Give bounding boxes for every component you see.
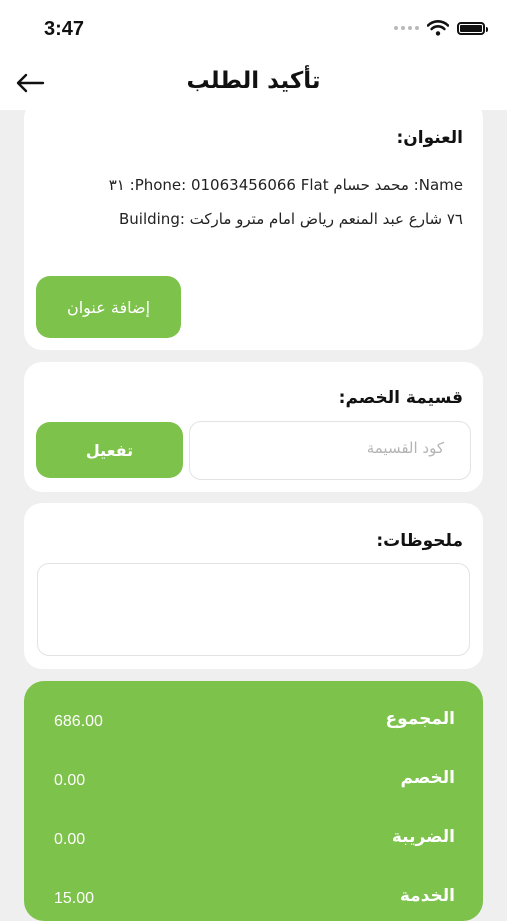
summary-row-service: 15.00 الخدمة (54, 886, 455, 916)
coupon-title: قسيمة الخصم: (338, 388, 463, 408)
summary-row-tax: 0.00 الضريبة (54, 827, 455, 857)
address-title: العنوان: (396, 128, 463, 148)
address-street-line: ٧٦ شارع عبد المنعم رياض امام مترو ماركت … (118, 210, 463, 228)
status-time: 3:47 (44, 18, 85, 40)
summary-row-total: 686.00 المجموع (54, 709, 455, 739)
page-title: تأكيد الطلب (186, 68, 321, 94)
notes-card: ملحوظات: (24, 503, 483, 669)
coupon-placeholder: كود القسيمة (366, 439, 444, 457)
tax-value: 0.00 (54, 831, 86, 848)
address-card: العنوان: Name: محمد حسام Phone: 01063456… (24, 100, 483, 350)
discount-label: الخصم (400, 768, 455, 788)
order-summary: 686.00 المجموع 0.00 الخصم 0.00 الضريبة 1… (24, 681, 483, 921)
total-value: 686.00 (54, 713, 103, 730)
status-bar: 3:47 (0, 0, 507, 60)
wifi-icon (427, 20, 449, 36)
service-label: الخدمة (399, 886, 455, 906)
service-value: 15.00 (54, 890, 95, 907)
add-address-button[interactable]: إضافة عنوان (36, 276, 181, 338)
coupon-card: قسيمة الخصم: كود القسيمة تفعيل (24, 362, 483, 492)
activate-coupon-button[interactable]: تفعيل (36, 422, 183, 478)
address-contact-line: Name: محمد حسام Phone: 01063456066 Flat:… (108, 176, 463, 194)
notes-title: ملحوظات: (376, 531, 463, 551)
tax-label: الضريبة (391, 827, 455, 847)
status-icons (394, 20, 488, 36)
battery-icon (457, 21, 488, 35)
discount-value: 0.00 (54, 772, 86, 789)
coupon-code-input[interactable]: كود القسيمة (189, 421, 471, 480)
summary-row-discount: 0.00 الخصم (54, 768, 455, 798)
total-label: المجموع (385, 709, 455, 729)
signal-icon (394, 26, 419, 30)
notes-textarea[interactable] (37, 563, 470, 656)
